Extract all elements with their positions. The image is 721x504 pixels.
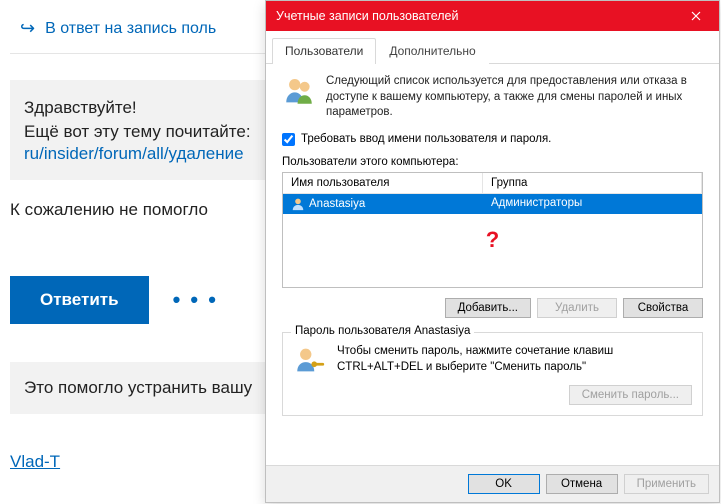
user-name: Anastasiya (309, 198, 365, 210)
delete-button: Удалить (537, 298, 617, 318)
users-list[interactable]: Имя пользователя Группа Anastasiya Админ… (282, 172, 703, 288)
password-group-title: Пароль пользователя Anastasiya (291, 325, 474, 337)
column-username[interactable]: Имя пользователя (283, 173, 483, 193)
apply-button: Применить (624, 474, 709, 494)
require-login-label: Требовать ввод имени пользователя и паро… (301, 133, 551, 145)
tabstrip: Пользователи Дополнительно (266, 31, 719, 64)
question-mark-annotation: ? (486, 227, 499, 253)
add-button[interactable]: Добавить... (445, 298, 531, 318)
user-accounts-dialog: Учетные записи пользователей Пользовател… (265, 0, 720, 503)
intro-text: Следующий список используется для предос… (326, 74, 703, 121)
reply-arrow-icon: ↪ (20, 18, 35, 39)
users-list-header: Имя пользователя Группа (283, 173, 702, 194)
forum-link[interactable]: ru/insider/forum/all/удаление (24, 144, 244, 163)
user-icon (291, 197, 305, 211)
tab-users[interactable]: Пользователи (272, 38, 376, 64)
user-link-vlad[interactable]: Vlad-T (10, 452, 60, 472)
tab-advanced[interactable]: Дополнительно (376, 38, 488, 64)
user-group: Администраторы (483, 194, 702, 214)
password-group-text: Чтобы сменить пароль, нажмите сочетание … (337, 344, 692, 375)
change-password-button: Сменить пароль... (569, 385, 692, 405)
column-group[interactable]: Группа (483, 173, 702, 193)
reply-button[interactable]: Ответить (10, 276, 149, 324)
intro-row: Следующий список используется для предос… (282, 74, 703, 121)
titlebar[interactable]: Учетные записи пользователей (266, 1, 719, 31)
properties-button[interactable]: Свойства (623, 298, 703, 318)
ok-button[interactable]: OK (468, 474, 540, 494)
more-actions-icon[interactable]: • • • (173, 287, 218, 313)
users-icon (282, 74, 316, 108)
key-icon (293, 343, 327, 377)
close-icon (691, 11, 701, 21)
user-buttons-row: Добавить... Удалить Свойства (282, 298, 703, 318)
user-row[interactable]: Anastasiya Администраторы (283, 194, 702, 214)
close-button[interactable] (673, 1, 719, 31)
password-group: Пароль пользователя Anastasiya Чтобы сме… (282, 332, 703, 416)
require-login-row[interactable]: Требовать ввод имени пользователя и паро… (282, 133, 703, 146)
users-list-label: Пользователи этого компьютера: (282, 156, 703, 168)
require-login-checkbox[interactable] (282, 133, 295, 146)
dialog-footer: OK Отмена Применить (266, 465, 719, 502)
cancel-button[interactable]: Отмена (546, 474, 618, 494)
dialog-body: Следующий список используется для предос… (266, 64, 719, 465)
dialog-title: Учетные записи пользователей (276, 9, 459, 23)
reply-banner-text: В ответ на запись поль (45, 20, 216, 38)
